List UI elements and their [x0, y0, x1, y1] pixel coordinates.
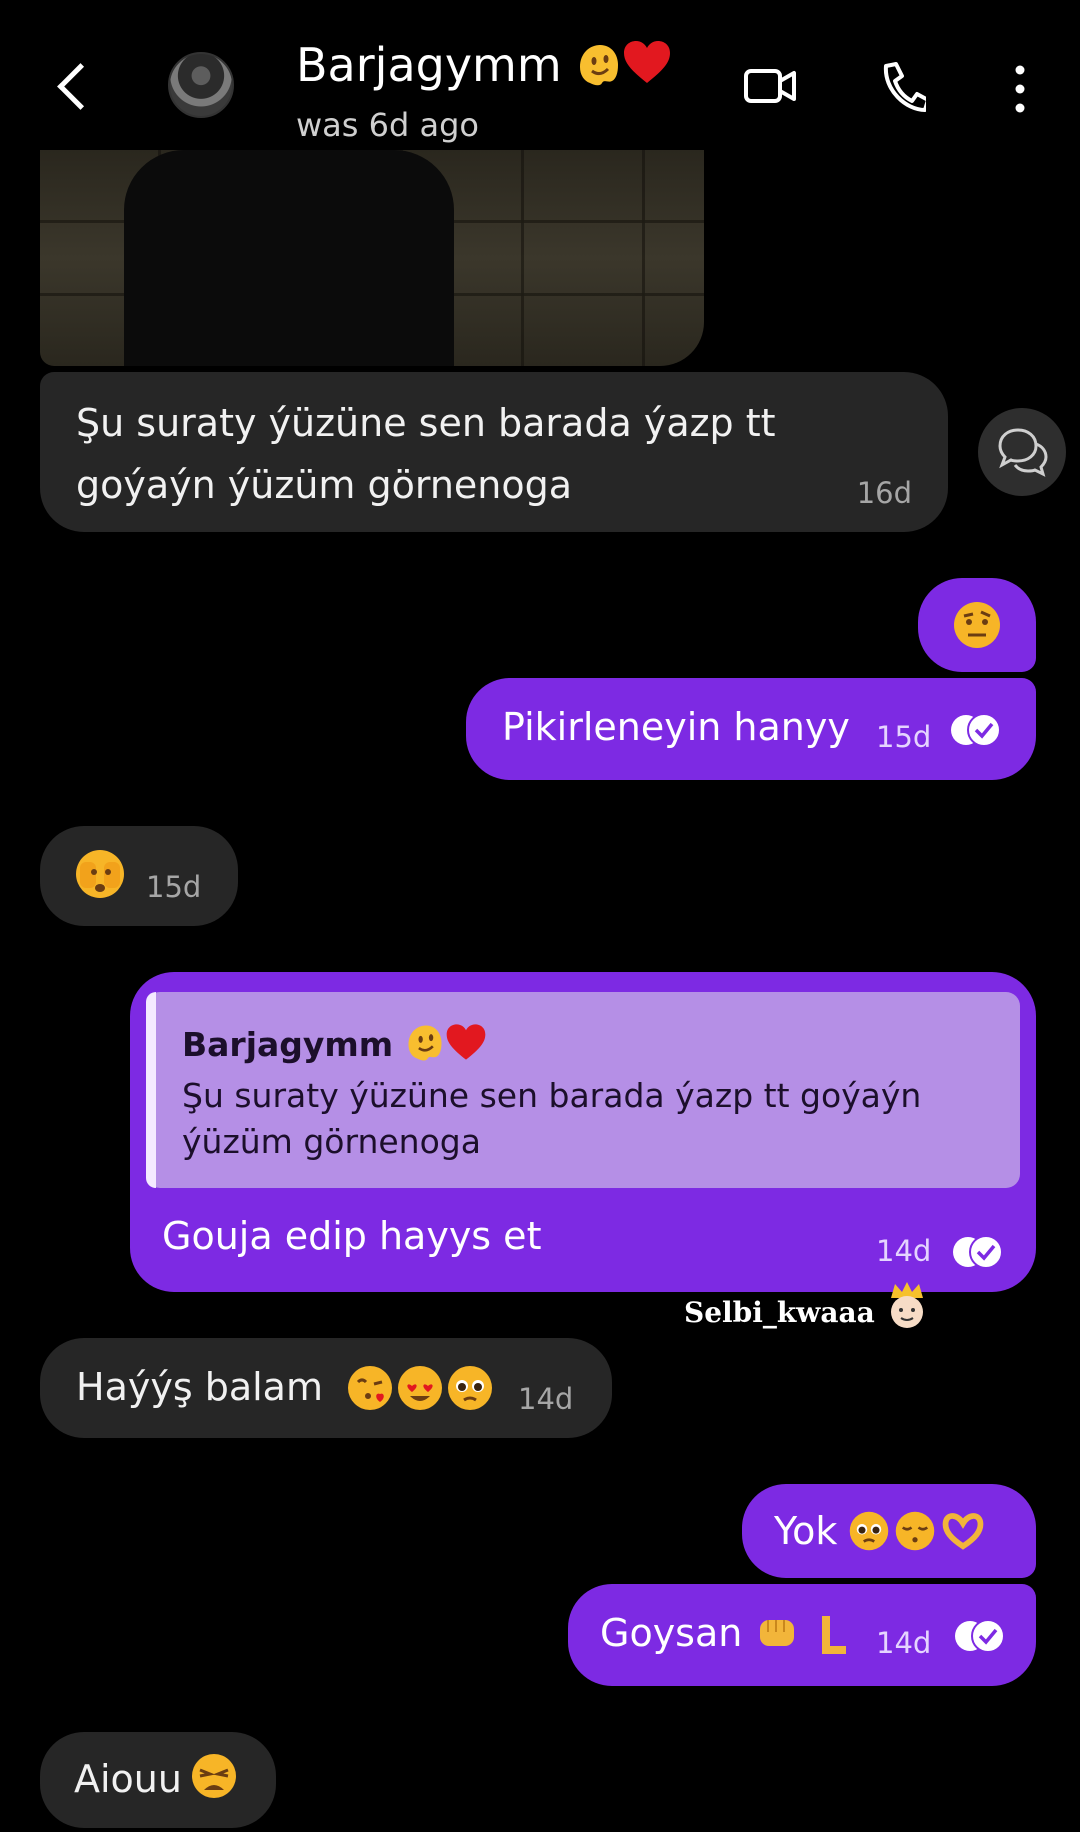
- heart-hands-emoji-icon: [942, 1513, 984, 1550]
- outgoing-message-bubble[interactable]: Goysan 14d: [568, 1584, 1036, 1686]
- message-text: Şu suraty ýüzüne sen barada ýazp tt: [76, 401, 776, 445]
- chat-bubbles-icon: [998, 428, 1048, 477]
- oncoming-fist-emoji-icon: [760, 1620, 794, 1646]
- phone-call-icon[interactable]: [878, 60, 926, 114]
- face-with-raised-eyebrow-emoji-icon: [954, 602, 1000, 648]
- message-time: 15d: [876, 720, 932, 754]
- message-text: Gouja edip hayys et: [162, 1214, 542, 1258]
- red-heart-icon: [624, 41, 671, 83]
- kissing-face-closed-eyes-emoji-icon: [895, 1511, 935, 1551]
- shared-photo[interactable]: [40, 150, 704, 366]
- message-time: 16d: [856, 476, 912, 510]
- photo-person-leg: [390, 270, 450, 366]
- more-options-icon[interactable]: [1004, 62, 1036, 116]
- melting-face-icon: [408, 1025, 442, 1061]
- outgoing-message-bubble[interactable]: Yok: [742, 1484, 1036, 1578]
- face-blowing-kiss-emoji-icon: [348, 1366, 392, 1410]
- message-text: Yok: [774, 1509, 838, 1553]
- pleading-face-emoji-icon: [448, 1366, 492, 1410]
- weary-face-emoji-icon: [192, 1754, 236, 1798]
- message-text: Goysan: [600, 1611, 743, 1655]
- face-with-peeking-eye-emoji-icon: [76, 850, 124, 898]
- watermark-text: Selbi_kwaaa: [684, 1296, 875, 1329]
- avatar[interactable]: [168, 52, 234, 118]
- message-time: 14d: [518, 1382, 574, 1416]
- chat-header: Barjagymm was 6d ago: [0, 0, 1080, 150]
- incoming-message-bubble[interactable]: Şu suraty ýüzüne sen barada ýazp tt goýa…: [40, 372, 948, 532]
- message-time: 14d: [876, 1626, 932, 1660]
- message-text: Aiouu: [74, 1757, 182, 1801]
- outgoing-message-bubble[interactable]: Pikirleneyin hanyy 15d: [466, 678, 1036, 780]
- message-text: Pikirleneyin hanyy: [502, 705, 850, 749]
- heart-eyes-emoji-icon: [398, 1366, 442, 1410]
- incoming-message-bubble[interactable]: Aiouu: [40, 1732, 276, 1828]
- leg-emoji-icon: [822, 1616, 846, 1654]
- watermark: Selbi_kwaaa: [684, 1280, 929, 1332]
- incoming-message-bubble[interactable]: 15d: [40, 826, 238, 926]
- message-time: 14d: [876, 1234, 932, 1268]
- outgoing-message-bubble[interactable]: [918, 578, 1036, 672]
- contact-name-text: Barjagymm: [296, 38, 562, 92]
- back-arrow-icon[interactable]: [52, 60, 92, 110]
- double-check-read-icon: [951, 713, 1001, 747]
- message-text: goýaýn ýüzüm görnenoga: [76, 463, 573, 507]
- red-heart-icon: [446, 1024, 486, 1060]
- reply-in-thread-icon[interactable]: [978, 408, 1066, 496]
- double-check-read-icon: [955, 1619, 1005, 1653]
- quoted-text: Şu suraty ýüzüne sen barada ýazp tt goýa…: [182, 1076, 922, 1115]
- last-seen-status: was 6d ago: [296, 106, 479, 144]
- quoted-text: ýüzüm görnenoga: [182, 1122, 481, 1161]
- incoming-message-bubble[interactable]: Haýýş balam 14d: [40, 1338, 612, 1438]
- quoted-author: Barjagymm: [182, 1022, 487, 1064]
- message-text: Haýýş balam: [76, 1365, 323, 1409]
- melting-face-icon: [580, 45, 619, 86]
- double-check-read-icon: [953, 1235, 1003, 1269]
- quoted-author-text: Barjagymm: [182, 1025, 394, 1064]
- quoted-message[interactable]: Barjagymm Şu suraty ýüzüne sen barada ýa…: [146, 992, 1020, 1188]
- message-time: 15d: [146, 870, 202, 904]
- video-call-icon[interactable]: [744, 66, 796, 106]
- princess-emoji-icon: [890, 1282, 923, 1328]
- pleading-face-emoji-icon: [849, 1511, 889, 1551]
- contact-name[interactable]: Barjagymm: [296, 38, 672, 92]
